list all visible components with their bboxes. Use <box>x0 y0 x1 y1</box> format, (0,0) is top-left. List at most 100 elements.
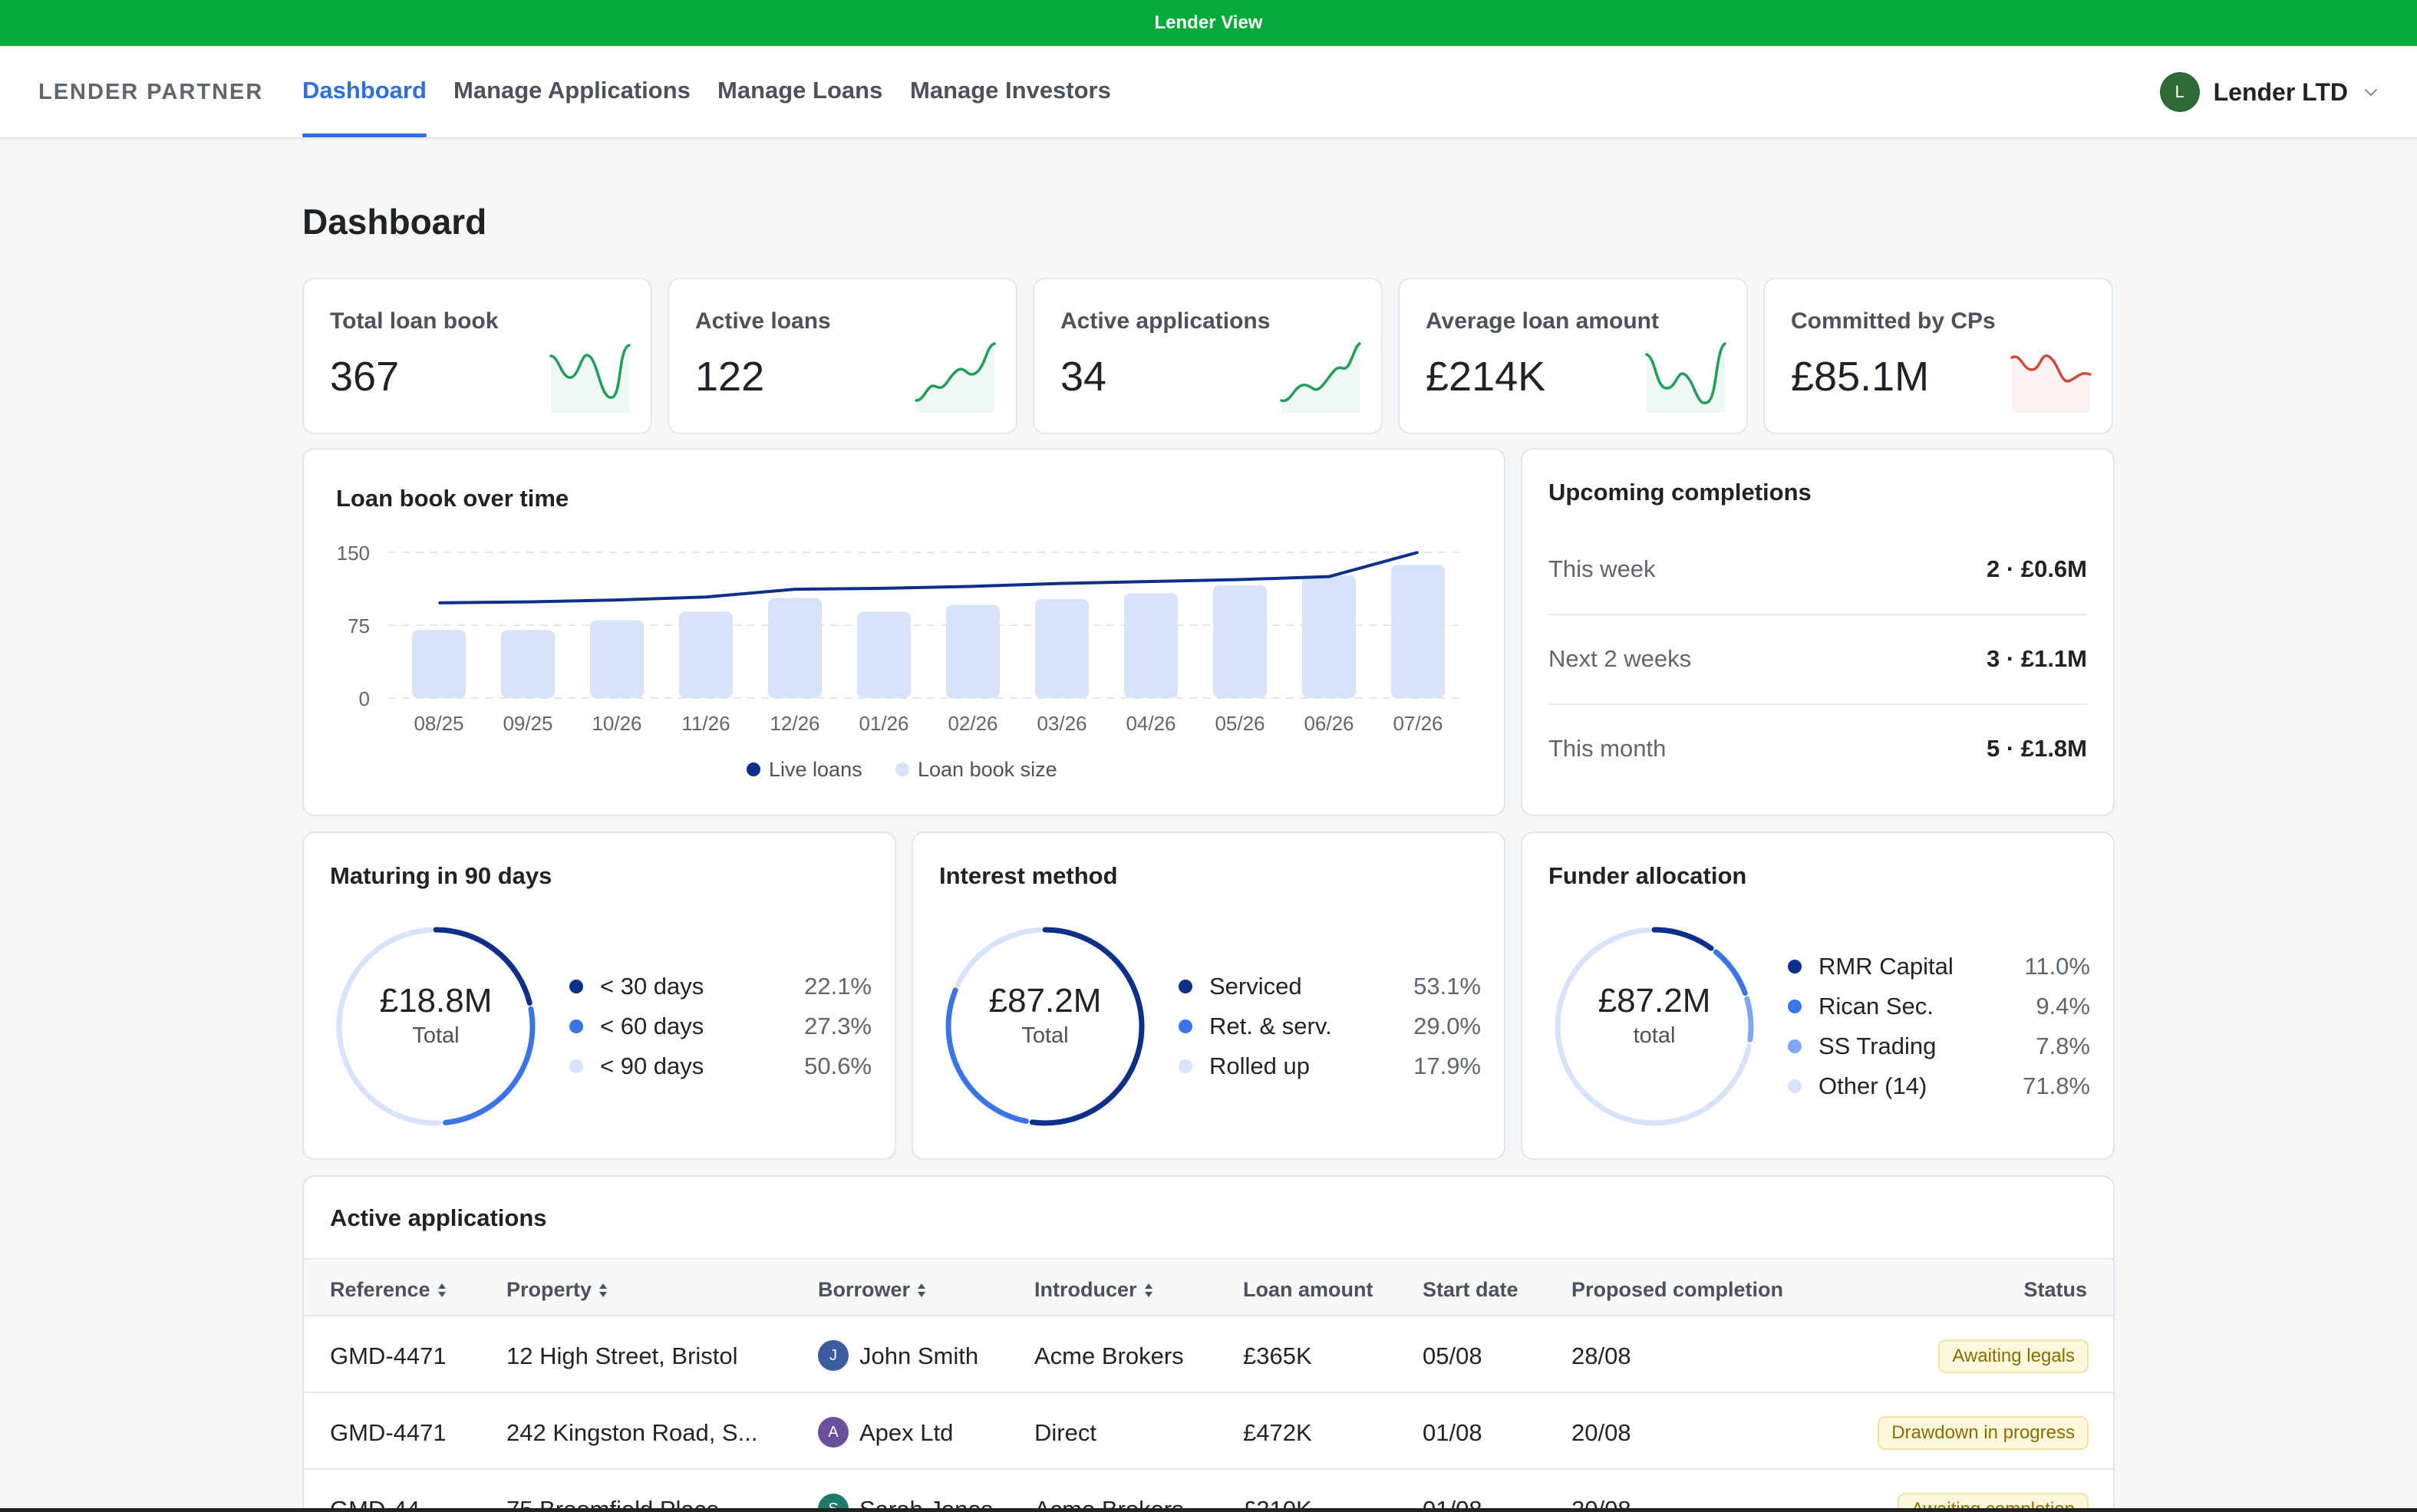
x-tick-label: 10/26 <box>592 712 641 735</box>
th-label: Loan amount <box>1243 1278 1373 1301</box>
bar-loan-book-size[interactable] <box>946 604 1000 698</box>
th-loan-amount: Loan amount <box>1243 1278 1373 1302</box>
donut-legend: Serviced 53.1% Ret. & serv. 29.0% Rolled up 1… <box>1179 967 1481 1086</box>
cell-loan-amount: £472K <box>1243 1419 1312 1446</box>
bar-loan-book-size[interactable] <box>1391 565 1445 698</box>
cell-start-date: 05/08 <box>1423 1342 1482 1369</box>
th-label: Introducer <box>1034 1278 1137 1301</box>
donut-legend: < 30 days 22.1% < 60 days 27.3% < 90 days 50.… <box>569 967 872 1086</box>
sort-icon <box>599 1283 608 1297</box>
th-borrower[interactable]: Borrower <box>818 1278 927 1302</box>
legend-name: Other (14) <box>1819 1072 1927 1099</box>
x-tick-label: 09/25 <box>503 712 552 735</box>
line-point-live-loans <box>1061 582 1063 585</box>
cell-proposed-completion: 28/08 <box>1571 1342 1631 1369</box>
bar-loan-book-size[interactable] <box>1302 575 1356 698</box>
legend-row: SS Trading 7.8% <box>1788 1026 2090 1066</box>
legend-name: < 60 days <box>600 1013 704 1039</box>
kpi-label: Committed by CPs <box>1791 308 1996 334</box>
table-row[interactable]: GMD-4471 242 Kingston Road, S... A Apex Ltd… <box>304 1393 2113 1470</box>
legend-dot-live-loans <box>747 763 760 776</box>
x-tick-label: 02/26 <box>948 712 997 735</box>
th-reference[interactable]: Reference <box>330 1278 447 1302</box>
legend-dot-icon <box>569 1059 583 1073</box>
legend-dot-icon <box>1788 1079 1802 1093</box>
nav-manage-investors[interactable]: Manage Investors <box>910 77 1111 104</box>
legend-name: Serviced <box>1209 973 1302 1000</box>
th-label: Borrower <box>818 1278 911 1301</box>
donut-center: £87.2M Total <box>961 982 1129 1049</box>
kpi-label: Total loan book <box>330 308 499 334</box>
kpi-card: Average loan amount £214K <box>1398 278 1748 434</box>
legend-name: < 30 days <box>600 973 704 1000</box>
status-badge: Awaiting legals <box>1938 1339 2089 1373</box>
bar-loan-book-size[interactable] <box>679 611 733 698</box>
bar-loan-book-size[interactable] <box>1124 593 1178 698</box>
bar-loan-book-size[interactable] <box>1035 598 1089 698</box>
legend-label-loan-book-size: Loan book size <box>918 758 1057 781</box>
legend-dot-loan-book-size <box>895 763 909 776</box>
bar-loan-book-size[interactable] <box>590 620 644 698</box>
user-menu[interactable]: L Lender LTD <box>2159 72 2380 112</box>
legend-dot-icon <box>1179 1059 1192 1073</box>
avatar: L <box>2159 72 2200 112</box>
sparkline-up-icon <box>549 344 631 413</box>
kpi-label: Active loans <box>695 308 831 334</box>
line-point-live-loans <box>1328 575 1330 578</box>
user-name: Lender LTD <box>2213 77 2348 106</box>
top-nav: LENDER PARTNER Dashboard Manage Applicat… <box>0 46 2417 139</box>
line-point-live-loans <box>1150 581 1152 582</box>
lender-view-banner: Lender View <box>0 0 2417 46</box>
cell-proposed-completion: 20/08 <box>1571 1419 1631 1446</box>
cell-loan-amount: £365K <box>1243 1342 1312 1369</box>
line-point-live-loans <box>794 588 796 591</box>
legend-dot-icon <box>1788 1000 1802 1013</box>
cell-property: 12 High Street, Bristol <box>506 1342 738 1369</box>
cell-reference: GMD-4471 <box>330 1342 447 1369</box>
nav-dashboard[interactable]: Dashboard <box>302 77 427 104</box>
th-property[interactable]: Property <box>506 1278 608 1302</box>
line-point-live-loans <box>972 585 974 588</box>
th-introducer[interactable]: Introducer <box>1034 1278 1154 1302</box>
status-badge: Drawdown in progress <box>1878 1416 2089 1450</box>
upcoming-label: This month <box>1548 735 1667 762</box>
chart-legend: Live loans Loan book size <box>747 758 1057 781</box>
legend-percent: 71.8% <box>2023 1072 2090 1099</box>
upcoming-label: Next 2 weeks <box>1548 645 1692 672</box>
donut-card: Interest method £87.2M Total Serviced 53.1% R… <box>912 832 1505 1160</box>
donut-total-label: Total <box>1021 1023 1069 1048</box>
y-tick-label: 75 <box>348 614 370 637</box>
bar-loan-book-size[interactable] <box>1213 585 1267 698</box>
sparkline-up-icon <box>1280 342 1361 413</box>
donut-total-value: £18.8M <box>379 982 493 1020</box>
legend-name: Rolled up <box>1209 1052 1310 1079</box>
table-row[interactable]: GMD-4471 12 High Street, Bristol J John Smi… <box>304 1316 2113 1393</box>
borrower-name: Apex Ltd <box>859 1419 954 1447</box>
nav-manage-applications[interactable]: Manage Applications <box>453 77 691 104</box>
chevron-down-icon <box>2364 88 2378 97</box>
bar-loan-book-size[interactable] <box>857 611 911 698</box>
th-label: Proposed completion <box>1571 1278 1784 1301</box>
th-label: Property <box>506 1278 592 1301</box>
line-point-live-loans <box>883 587 885 589</box>
x-tick-label: 11/26 <box>681 712 730 735</box>
x-tick-label: 01/26 <box>859 712 908 735</box>
borrower-avatar: J <box>818 1340 849 1371</box>
upcoming-completions-card: Upcoming completions This week 2 · £0.6M… <box>1521 448 2115 816</box>
legend-row: < 30 days 22.1% <box>569 967 872 1006</box>
legend-percent: 7.8% <box>2036 1033 2090 1059</box>
loan-book-chart-card: Loan book over time 0 75 150 08/25 09/25 10/2… <box>302 448 1505 816</box>
table-row[interactable]: GMD-44 75 Broomfield Place S Sarah Jones Acm… <box>304 1470 2113 1512</box>
kpi-label: Average loan amount <box>1426 308 1659 334</box>
bar-loan-book-size[interactable] <box>501 630 555 698</box>
legend-dot-icon <box>569 980 583 993</box>
bar-loan-book-size[interactable] <box>412 630 466 698</box>
th-start-date: Start date <box>1423 1278 1518 1302</box>
legend-percent: 27.3% <box>804 1013 872 1039</box>
cell-borrower: A Apex Ltd <box>818 1417 954 1450</box>
bar-loan-book-size[interactable] <box>768 598 822 698</box>
nav-manage-loans[interactable]: Manage Loans <box>717 77 882 104</box>
upcoming-row-this-week: This week 2 · £0.6M <box>1548 525 2087 614</box>
cell-introducer: Acme Brokers <box>1034 1342 1184 1369</box>
table-header: Reference Property Borrower Introducer L… <box>304 1258 2113 1316</box>
